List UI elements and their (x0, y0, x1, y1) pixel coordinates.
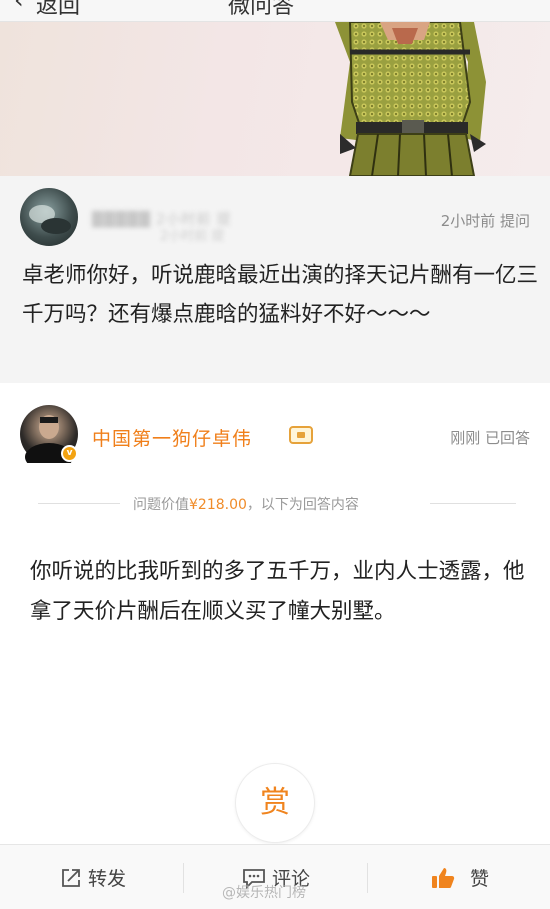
asker-avatar[interactable] (20, 188, 78, 246)
page-title: 微问答 (228, 0, 295, 19)
answerer-name[interactable]: 中国第一狗仔卓伟 (92, 424, 252, 451)
weibo-watermark: @娱乐热门榜 (222, 885, 306, 901)
verified-badge-icon: v (61, 445, 78, 462)
like-label: 赞 (470, 868, 490, 890)
price-divider: 问题价值¥218.00，以下为回答内容 (0, 488, 550, 520)
reward-button[interactable]: 赏 (235, 763, 315, 843)
price-divider-text: 问题价值¥218.00，以下为回答内容 (133, 494, 359, 514)
back-chevron-icon[interactable]: ‹ (14, 0, 24, 14)
warrior-illustration (335, 22, 486, 176)
banner-image (0, 22, 550, 176)
asker-avatar-art (29, 205, 71, 234)
question-text: 卓老师你好，听说鹿晗最近出演的择天记片酬有一亿三千万吗？还有爆点鹿晗的猛料好不好… (22, 263, 539, 327)
toolbar-separator (367, 863, 368, 893)
price-suffix: ，以下为回答内容 (246, 497, 359, 513)
answer-timestamp: 刚刚 已回答 (450, 429, 530, 447)
repost-label: 转发 (88, 868, 127, 890)
toolbar-separator (183, 863, 184, 893)
divider-line-right (430, 503, 516, 504)
like-button[interactable]: 赞 (430, 845, 489, 909)
question-price: ¥218.00 (189, 497, 247, 513)
repost-button[interactable]: 转发 (60, 845, 126, 909)
answer-text: 你听说的比我听到的多了五千万，业内人士透露，他拿了天价片酬后在顺义买了幢大别墅。 (30, 559, 525, 624)
vip-crown-icon (289, 426, 313, 444)
asker-name-blurred-extra: 2小时前 提 (160, 229, 225, 244)
answerer-header: v 中国第一狗仔卓伟 刚刚 已回答 (0, 383, 550, 488)
divider-line-left (38, 503, 120, 504)
top-nav-bar: ‹ 返回 微问答 (0, 0, 550, 22)
question-card: █████ 2小时前 提 2小时前 提 2小时前 提问 卓老师你好，听说鹿晗最近… (0, 176, 550, 383)
price-prefix: 问题价值 (133, 497, 189, 513)
share-box-icon (62, 868, 80, 887)
question-timestamp: 2小时前 提问 (440, 212, 530, 230)
back-button[interactable]: 返回 (36, 0, 80, 20)
thumbs-up-icon (432, 867, 455, 888)
